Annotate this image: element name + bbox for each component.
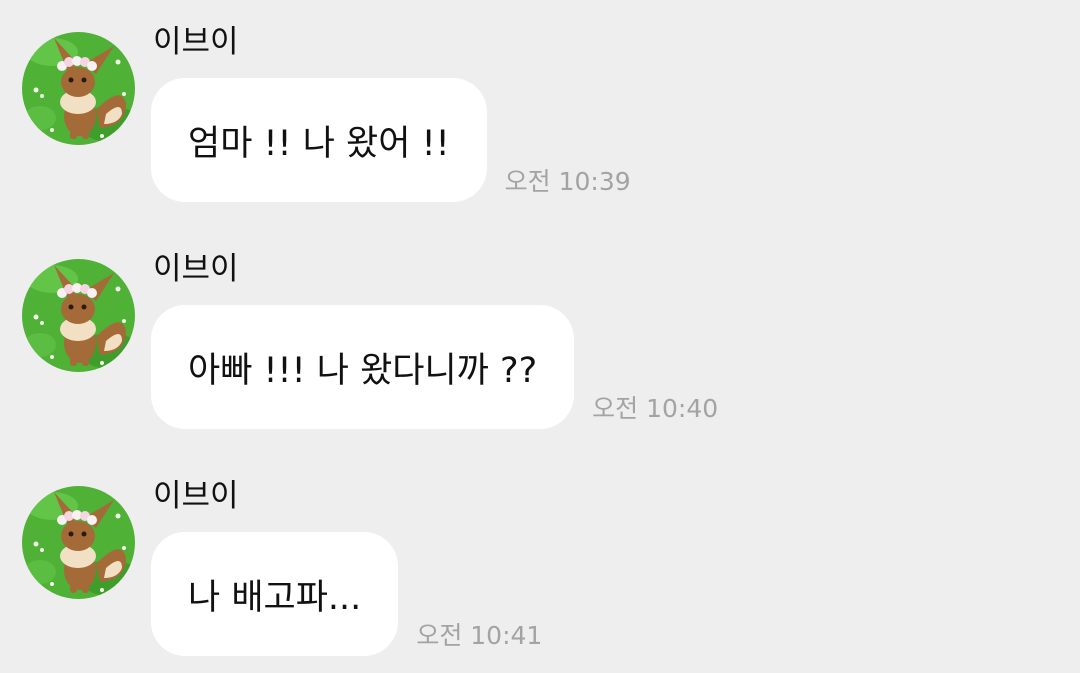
avatar[interactable] [22,259,135,372]
message-row: 아빠 !!! 나 왔다니까 ?? 오전 10:40 [151,305,718,429]
message-time: 오전 10:40 [592,394,719,423]
message-time: 오전 10:41 [416,621,543,650]
message-item: 이브이 엄마 !! 나 왔어 !! 오전 10:39 [0,0,1080,202]
message-item: 이브이 아빠 !!! 나 왔다니까 ?? 오전 10:40 [0,227,1080,429]
avatar[interactable] [22,486,135,599]
avatar[interactable] [22,32,135,145]
sender-name: 이브이 [153,251,239,287]
sender-name: 이브이 [153,24,239,60]
chat-message-list: 이브이 엄마 !! 나 왔어 !! 오전 10:39 이브이 아빠 !!! 나 … [0,0,1080,673]
message-row: 엄마 !! 나 왔어 !! 오전 10:39 [151,78,631,202]
message-time: 오전 10:39 [504,167,631,196]
message-bubble[interactable]: 엄마 !! 나 왔어 !! [151,78,487,202]
sender-name: 이브이 [153,478,239,514]
message-bubble[interactable]: 나 배고파... [151,532,399,656]
message-row: 나 배고파... 오전 10:41 [151,532,542,656]
message-item: 이브이 나 배고파... 오전 10:41 [0,454,1080,656]
eevee-avatar-icon [22,32,135,145]
eevee-avatar-icon [22,486,135,599]
message-bubble[interactable]: 아빠 !!! 나 왔다니까 ?? [151,305,575,429]
eevee-avatar-icon [22,259,135,372]
